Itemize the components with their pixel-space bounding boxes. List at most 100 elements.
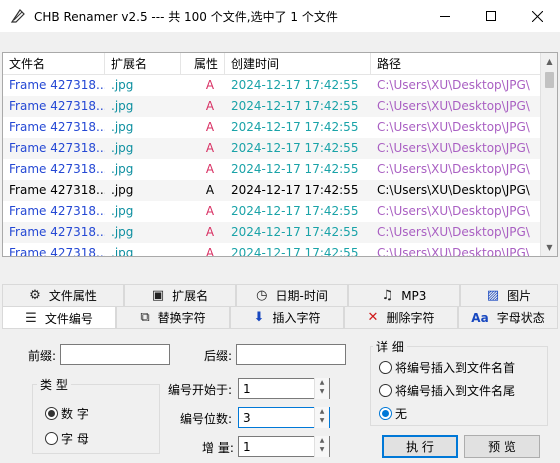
gear-icon: ⚙ — [29, 288, 41, 303]
cell-time: 2024-12-17 17:42:55 — [231, 99, 359, 113]
table-row[interactable]: Frame 427318... .jpg A 2024-12-17 17:42:… — [3, 138, 541, 159]
tab-label: MP3 — [401, 288, 427, 303]
chevron-up-icon[interactable]: ▲ — [315, 378, 329, 387]
cell-path: C:\Users\XU\Desktop\JPG\ — [377, 183, 530, 197]
cell-name: Frame 427318... — [9, 246, 105, 257]
scroll-down-icon[interactable]: ▼ — [541, 239, 557, 256]
cell-time: 2024-12-17 17:42:55 — [231, 162, 359, 176]
radio-number[interactable]: 数 字 — [45, 405, 89, 422]
cell-time: 2024-12-17 17:42:55 — [231, 246, 359, 257]
maximize-button[interactable] — [468, 0, 514, 32]
tab-file-numbering[interactable]: ☰ 文件编号 — [2, 306, 116, 330]
tab-delete-chars[interactable]: ✕ 删除字符 — [344, 306, 458, 328]
list-icon: ☰ — [25, 311, 37, 326]
table-row[interactable]: Frame 427318... .jpg A 2024-12-17 17:42:… — [3, 117, 541, 138]
suffix-label: 后缀: — [204, 349, 233, 363]
cell-time: 2024-12-17 17:42:55 — [231, 78, 359, 92]
type-group-title: 类 型 — [37, 376, 71, 393]
tab-picture[interactable]: ▨ 图片 — [460, 284, 558, 306]
cell-path: C:\Users\XU\Desktop\JPG\ — [377, 78, 530, 92]
column-header-time[interactable]: 创建时间 — [225, 53, 371, 75]
delete-x-icon: ✕ — [367, 310, 379, 325]
minimize-button[interactable] — [422, 0, 468, 32]
table-row[interactable]: Frame 427318... .jpg A 2024-12-17 17:42:… — [3, 159, 541, 180]
cell-path: C:\Users\XU\Desktop\JPG\ — [377, 141, 530, 155]
radio-label: 将编号插入到文件名首 — [395, 361, 516, 375]
start-stepper[interactable]: ▲ ▼ — [314, 378, 329, 399]
numbering-panel: 前缀: 后缀: 类 型 数 字 字 母 编号开始于: ▲▼ 编号位数: ▲▼ 增… — [2, 328, 558, 461]
cell-ext: .jpg — [111, 246, 134, 257]
tab-label: 插入字符 — [272, 310, 321, 325]
chevron-down-icon[interactable]: ▼ — [315, 387, 329, 396]
tab-label: 日期-时间 — [275, 288, 328, 303]
cell-time: 2024-12-17 17:42:55 — [231, 120, 359, 134]
digits-label: 编号位数: — [180, 412, 233, 426]
column-header-path[interactable]: 路径 — [371, 53, 541, 75]
radio-letter[interactable]: 字 母 — [45, 430, 89, 447]
maximize-icon — [486, 11, 496, 21]
scroll-up-icon[interactable]: ▲ — [541, 53, 557, 70]
tab-label: 替换字符 — [157, 310, 206, 325]
clock-icon: ◷ — [256, 288, 268, 303]
window-title: CHB Renamer v2.5 --- 共 100 个文件,选中了 1 个文件 — [34, 10, 338, 24]
radio-insert-end[interactable]: 将编号插入到文件名尾 — [379, 382, 515, 399]
step-stepper[interactable]: ▲ ▼ — [314, 436, 329, 457]
table-row-selected[interactable]: Frame 427318... .jpg A 2024-12-17 17:42:… — [3, 180, 541, 201]
run-button[interactable]: 执 行 — [382, 435, 458, 458]
chevron-up-icon[interactable]: ▲ — [315, 407, 329, 416]
tab-label: 文件属性 — [48, 288, 97, 303]
vertical-scrollbar[interactable]: ▲ ▼ — [540, 53, 557, 256]
chevron-down-icon[interactable]: ▼ — [315, 445, 329, 454]
chevron-down-icon[interactable]: ▼ — [315, 416, 329, 425]
radio-insert-front[interactable]: 将编号插入到文件名首 — [379, 359, 515, 376]
radio-dot — [45, 407, 58, 420]
table-row[interactable]: Frame 427318... .jpg A 2024-12-17 17:42:… — [3, 75, 541, 96]
tab-date-time[interactable]: ◷ 日期-时间 — [236, 284, 348, 306]
cell-ext: .jpg — [111, 78, 134, 92]
cell-path: C:\Users\XU\Desktop\JPG\ — [377, 246, 530, 257]
tab-extension[interactable]: ▣ 扩展名 — [124, 284, 236, 306]
radio-none[interactable]: 无 — [379, 405, 407, 422]
tab-row-2: ☰ 文件编号 ⧉ 替换字符 ⬇ 插入字符 ✕ 删除字符 Aa 字母状态 — [2, 306, 558, 330]
column-header-attr[interactable]: 属性 — [181, 53, 225, 75]
tab-label: 图片 — [507, 288, 532, 303]
suffix-input[interactable] — [236, 344, 346, 365]
chevron-up-icon[interactable]: ▲ — [315, 436, 329, 445]
step-label: 增 量: — [202, 441, 234, 455]
table-row[interactable]: Frame 427318... .jpg A 2024-12-17 17:42:… — [3, 243, 541, 257]
preview-button[interactable]: 预 览 — [464, 435, 540, 458]
column-header-name[interactable]: 文件名 — [3, 53, 105, 75]
cell-ext: .jpg — [111, 162, 134, 176]
cell-attr: A — [205, 99, 215, 113]
detail-group: 详 细 将编号插入到文件名首 将编号插入到文件名尾 无 — [370, 338, 548, 426]
scroll-thumb[interactable] — [545, 72, 554, 88]
cell-ext: .jpg — [111, 141, 134, 155]
radio-dot — [45, 432, 58, 445]
cell-name: Frame 427318... — [9, 183, 105, 197]
tab-mp3[interactable]: ♫ MP3 — [348, 284, 460, 306]
table-row[interactable]: Frame 427318... .jpg A 2024-12-17 17:42:… — [3, 96, 541, 117]
tab-insert-chars[interactable]: ⬇ 插入字符 — [230, 306, 344, 328]
tab-replace-chars[interactable]: ⧉ 替换字符 — [116, 306, 230, 328]
close-icon — [531, 10, 543, 22]
cell-name: Frame 427318... — [9, 120, 105, 134]
tab-file-attributes[interactable]: ⚙ 文件属性 — [2, 284, 124, 306]
splitter[interactable] — [0, 272, 560, 278]
prefix-input[interactable] — [60, 344, 170, 365]
cell-name: Frame 427318... — [9, 141, 105, 155]
cell-time: 2024-12-17 17:42:55 — [231, 204, 359, 218]
picture-icon: ▨ — [486, 288, 500, 303]
radio-label: 字 母 — [61, 432, 89, 446]
cell-name: Frame 427318... — [9, 78, 105, 92]
tab-letter-case[interactable]: Aa 字母状态 — [458, 306, 558, 328]
close-button[interactable] — [514, 0, 560, 32]
table-row[interactable]: Frame 427318... .jpg A 2024-12-17 17:42:… — [3, 222, 541, 243]
cell-attr: A — [205, 225, 215, 239]
file-list[interactable]: 文件名 扩展名 属性 创建时间 路径 Frame 427318... .jpg … — [2, 52, 558, 257]
letter-case-icon: Aa — [471, 310, 489, 325]
renamer-app-icon — [10, 9, 25, 23]
digits-stepper[interactable]: ▲ ▼ — [314, 407, 329, 428]
cell-path: C:\Users\XU\Desktop\JPG\ — [377, 162, 530, 176]
column-header-ext[interactable]: 扩展名 — [105, 53, 181, 75]
table-row[interactable]: Frame 427318... .jpg A 2024-12-17 17:42:… — [3, 201, 541, 222]
